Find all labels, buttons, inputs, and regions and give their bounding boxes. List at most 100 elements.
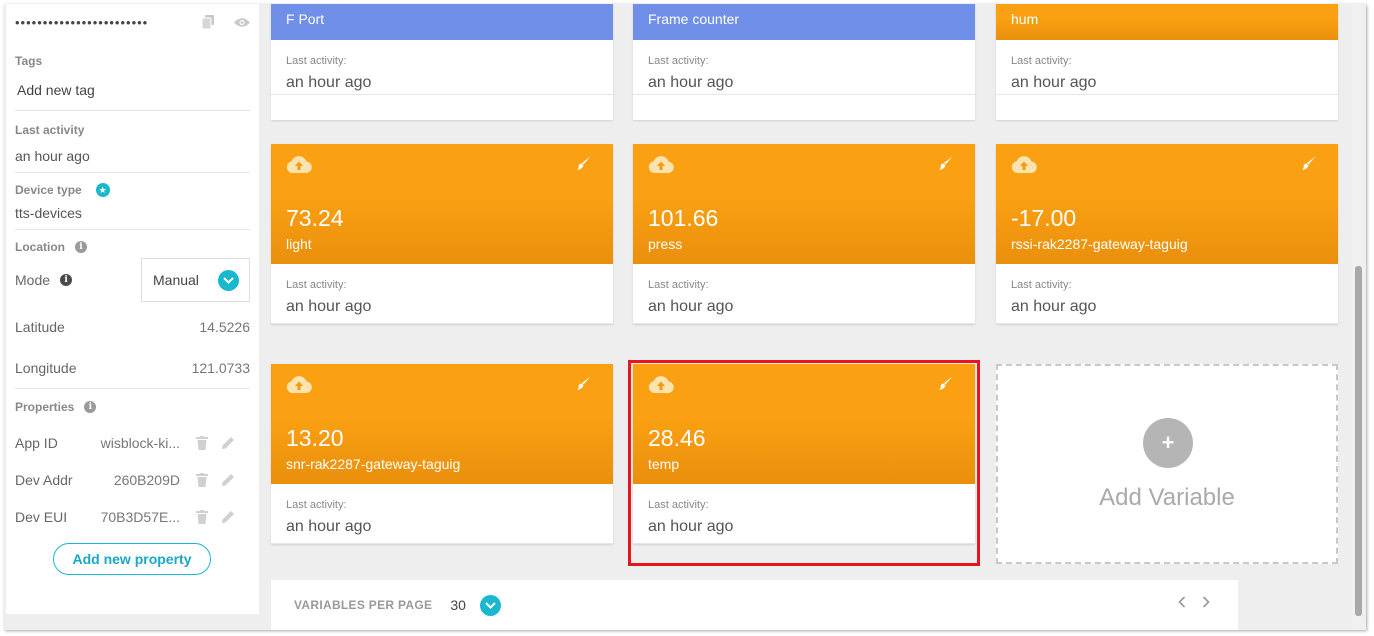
device-type-section: Device type ★ tts-devices <box>15 173 250 230</box>
latitude-row: Latitude 14.5226 <box>15 306 250 347</box>
property-key: Dev Addr <box>15 471 73 488</box>
variable-name: snr-rak2287-gateway-taguig <box>286 456 461 472</box>
paintbrush-icon[interactable] <box>938 156 953 176</box>
info-icon[interactable]: i <box>75 241 87 253</box>
mode-select[interactable]: Manual <box>141 258 250 302</box>
last-activity-label: Last activity: <box>648 279 709 291</box>
pagination-bar: VARIABLES PER PAGE 30 <box>271 580 1238 630</box>
info-icon[interactable]: i <box>84 401 97 413</box>
variable-card-header[interactable]: 73.24 light <box>271 144 613 264</box>
last-activity-label: Last activity <box>15 123 85 137</box>
last-activity-value: an hour ago <box>286 518 372 535</box>
variable-card-footer: Last activity: an hour ago <box>633 40 975 95</box>
scrollbar-thumb[interactable] <box>1355 266 1362 616</box>
vertical-scrollbar[interactable] <box>1352 4 1364 630</box>
chevron-right-icon[interactable] <box>1202 596 1210 608</box>
last-activity-value: an hour ago <box>1011 298 1097 315</box>
variable-card-header[interactable]: 101.66 press <box>633 144 975 264</box>
variable-name: press <box>648 236 683 252</box>
paintbrush-icon[interactable] <box>576 156 591 176</box>
variable-card-press[interactable]: 101.66 press Last activity: an hour ago <box>633 144 975 324</box>
chevron-left-icon[interactable] <box>1178 596 1186 608</box>
variable-card-header[interactable]: hum <box>996 4 1338 40</box>
variable-card-snr[interactable]: 13.20 snr-rak2287-gateway-taguig Last ac… <box>271 364 613 544</box>
divider <box>271 323 613 324</box>
pencil-icon[interactable] <box>220 435 236 451</box>
paintbrush-icon[interactable] <box>1301 156 1316 176</box>
last-activity-value: an hour ago <box>286 74 372 91</box>
trash-icon[interactable] <box>194 509 210 525</box>
longitude-row: Longitude 121.0733 <box>15 347 250 388</box>
trash-icon[interactable] <box>194 435 210 451</box>
add-variable-label: Add Variable <box>1099 484 1235 511</box>
property-value: 70B3D57E... <box>100 508 180 525</box>
pencil-icon[interactable] <box>220 509 236 525</box>
latitude-value[interactable]: 14.5226 <box>199 319 250 335</box>
cloud-upload-icon <box>285 374 313 399</box>
star-icon[interactable]: ★ <box>95 183 110 197</box>
chevron-down-icon[interactable] <box>479 594 501 616</box>
copy-icon[interactable] <box>200 14 216 30</box>
variable-card-header[interactable]: -17.00 rssi-rak2287-gateway-taguig <box>996 144 1338 264</box>
property-value: wisblock-ki... <box>100 434 180 451</box>
add-new-property-button[interactable]: Add new property <box>53 543 211 575</box>
token-row: •••••••••••••••••••••••• <box>15 4 250 40</box>
variable-card-header[interactable]: Frame counter <box>633 4 975 40</box>
variable-card-frame-counter[interactable]: Frame counter Last activity: an hour ago <box>633 4 975 120</box>
device-sidebar: •••••••••••••••••••••••• Tags Add new ta… <box>6 4 259 614</box>
device-type-label: Device type <box>15 183 82 197</box>
variable-name: temp <box>648 456 680 472</box>
add-tag-input[interactable]: Add new tag <box>15 70 250 110</box>
variable-card-footer: Last activity: an hour ago <box>633 264 975 324</box>
device-type-value[interactable]: tts-devices <box>15 197 250 229</box>
location-section: Location i Mode i Manual Latitude 14.522… <box>15 230 250 389</box>
variable-value: -17.00 <box>1011 205 1077 231</box>
info-icon[interactable]: i <box>60 274 73 286</box>
variable-card-header[interactable]: 13.20 snr-rak2287-gateway-taguig <box>271 364 613 484</box>
divider <box>996 323 1338 324</box>
last-activity-value: an hour ago <box>648 74 734 91</box>
mode-value: Manual <box>153 272 199 288</box>
variable-card-header[interactable]: 28.46 temp <box>633 364 975 484</box>
divider <box>633 543 975 544</box>
variable-card-header[interactable]: F Port <box>271 4 613 40</box>
variables-per-page-value[interactable]: 30 <box>450 597 466 613</box>
variable-card-footer: Last activity: an hour ago <box>271 484 613 544</box>
add-variable-card[interactable]: + Add Variable <box>996 364 1338 564</box>
property-row: App ID wisblock-ki... <box>15 424 250 461</box>
variable-card-light[interactable]: 73.24 light Last activity: an hour ago <box>271 144 613 324</box>
property-row: Dev EUI 70B3D57E... <box>15 498 250 535</box>
variable-card-hum[interactable]: hum Last activity: an hour ago <box>996 4 1338 120</box>
properties-label: Properties <box>15 400 75 414</box>
latitude-label: Latitude <box>15 318 65 335</box>
paintbrush-icon[interactable] <box>576 376 591 396</box>
last-activity-section: Last activity an hour ago <box>15 111 250 173</box>
location-label: Location <box>15 240 65 254</box>
cloud-upload-icon <box>647 374 675 399</box>
variable-card-rssi[interactable]: -17.00 rssi-rak2287-gateway-taguig Last … <box>996 144 1338 324</box>
eye-icon[interactable] <box>234 14 250 30</box>
last-activity-value: an hour ago <box>648 298 734 315</box>
plus-icon[interactable]: + <box>1143 418 1193 468</box>
variable-card-footer: Last activity: an hour ago <box>996 40 1338 95</box>
divider <box>633 323 975 324</box>
last-activity-value: an hour ago <box>648 518 734 535</box>
mode-label: Mode <box>15 272 51 288</box>
pencil-icon[interactable] <box>220 472 236 488</box>
cloud-upload-icon <box>285 154 313 179</box>
trash-icon[interactable] <box>194 472 210 488</box>
variables-per-page-label: VARIABLES PER PAGE <box>294 598 433 612</box>
last-activity-label: Last activity: <box>1011 55 1072 67</box>
property-key: App ID <box>15 434 58 451</box>
last-activity-label: Last activity: <box>1011 279 1072 291</box>
variable-card-footer: Last activity: an hour ago <box>271 40 613 95</box>
paintbrush-icon[interactable] <box>938 376 953 396</box>
longitude-value[interactable]: 121.0733 <box>192 360 250 376</box>
last-activity-label: Last activity: <box>286 499 347 511</box>
last-activity-label: Last activity: <box>648 55 709 67</box>
variable-card-fport[interactable]: F Port Last activity: an hour ago <box>271 4 613 120</box>
variable-card-temp[interactable]: 28.46 temp Last activity: an hour ago <box>633 364 975 544</box>
variable-name: Frame counter <box>648 11 740 27</box>
chevron-down-icon[interactable] <box>218 269 239 291</box>
mode-row: Mode i Manual <box>15 254 250 306</box>
